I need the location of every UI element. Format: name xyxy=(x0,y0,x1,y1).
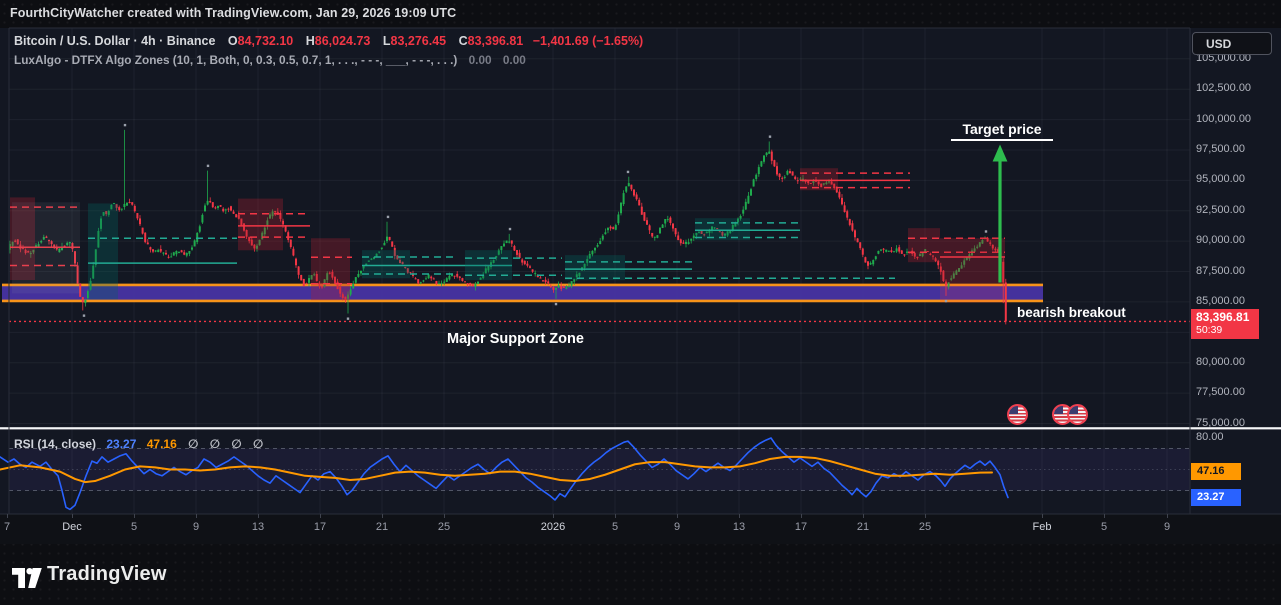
time-axis[interactable]: 7 Dec 5 9 13 17 21 25 2026 5 9 13 17 21 25 Feb 5 9 xyxy=(0,514,1281,544)
price-tick-label: 85,000.00 xyxy=(1196,295,1245,307)
price-tick-label: 75,000.00 xyxy=(1196,417,1245,429)
rsi-empty-values: ∅ ∅ ∅ ∅ xyxy=(188,437,267,451)
time-tick-mark xyxy=(615,514,616,518)
us-flag-event-icon[interactable] xyxy=(1007,404,1028,425)
symbol-title: Bitcoin / U.S. Dollar · 4h · Binance xyxy=(14,34,215,48)
ohlc-low-key: L xyxy=(383,34,391,48)
time-tick-mark xyxy=(553,514,554,518)
ohlc-close-key: C xyxy=(459,34,468,48)
time-tick-label: 21 xyxy=(360,521,404,533)
time-tick-label: 9 xyxy=(655,521,699,533)
currency-toggle-button[interactable]: USD xyxy=(1192,32,1272,55)
price-tick-label: 87,500.00 xyxy=(1196,265,1245,277)
price-tick-label: 102,500.00 xyxy=(1196,82,1251,94)
time-tick-label: Feb xyxy=(1020,521,1064,533)
time-tick-mark xyxy=(382,514,383,518)
tradingview-logo-icon[interactable] xyxy=(12,567,42,589)
support-zone-annotation[interactable]: Major Support Zone xyxy=(447,331,584,347)
tradingview-brand-text[interactable]: TradingView xyxy=(47,563,167,586)
time-tick-label: 5 xyxy=(1082,521,1126,533)
ohlc-low-value: 83,276.45 xyxy=(391,34,447,48)
bearish-breakout-annotation[interactable]: bearish breakout xyxy=(1017,305,1126,320)
time-tick-label: 9 xyxy=(174,521,218,533)
ohlc-high-value: 86,024.73 xyxy=(315,34,371,48)
price-tick-label: 80,000.00 xyxy=(1196,356,1245,368)
time-tick-label: 13 xyxy=(717,521,761,533)
time-tick-mark xyxy=(196,514,197,518)
tradingview-window: FourthCityWatcher created with TradingVi… xyxy=(0,0,1281,605)
time-tick-label: 25 xyxy=(422,521,466,533)
time-tick-mark xyxy=(1167,514,1168,518)
time-tick-mark xyxy=(1104,514,1105,518)
time-tick-label: 5 xyxy=(593,521,637,533)
time-tick-mark xyxy=(1042,514,1043,518)
rsi-ma-value: 47.16 xyxy=(147,437,177,451)
time-tick-mark xyxy=(801,514,802,518)
price-tick-label: 100,000.00 xyxy=(1196,113,1251,125)
rsi-current-tag: 23.27 xyxy=(1191,489,1241,506)
us-flag-event-icon[interactable] xyxy=(1067,404,1088,425)
price-tick-label: 90,000.00 xyxy=(1196,234,1245,246)
time-tick-label: 17 xyxy=(779,521,823,533)
price-tick-label: 77,500.00 xyxy=(1196,386,1245,398)
rsi-tick-label: 80.00 xyxy=(1196,431,1224,443)
time-tick-mark xyxy=(677,514,678,518)
indicator-legend[interactable]: LuxAlgo - DTFX Algo Zones (10, 1, Both, … xyxy=(14,53,526,67)
creator-banner: FourthCityWatcher created with TradingVi… xyxy=(10,6,456,20)
time-tick-label: 13 xyxy=(236,521,280,533)
time-tick-label: 21 xyxy=(841,521,885,533)
indicator-value-2: 0.00 xyxy=(503,53,526,67)
time-tick-mark xyxy=(863,514,864,518)
price-axis[interactable]: 105,000.00102,500.00100,000.0097,500.009… xyxy=(1191,0,1281,605)
price-tick-label: 92,500.00 xyxy=(1196,204,1245,216)
price-tick-label: 97,500.00 xyxy=(1196,143,1245,155)
rsi-title: RSI (14, close) xyxy=(14,437,96,451)
time-tick-label: 17 xyxy=(298,521,342,533)
current-price-value: 83,396.81 xyxy=(1196,311,1259,324)
ohlc-high-key: H xyxy=(306,34,315,48)
time-tick-label: 2026 xyxy=(531,521,575,533)
time-tick-mark xyxy=(7,514,8,518)
target-price-underline xyxy=(951,139,1053,141)
time-tick-label: 7 xyxy=(0,521,29,533)
time-tick-mark xyxy=(258,514,259,518)
target-price-annotation[interactable]: Target price xyxy=(950,121,1054,137)
bar-countdown: 50:39 xyxy=(1196,324,1259,336)
time-tick-label: 25 xyxy=(903,521,947,533)
time-tick-mark xyxy=(925,514,926,518)
time-tick-mark xyxy=(320,514,321,518)
indicator-value-1: 0.00 xyxy=(469,53,492,67)
ohlc-open-value: 84,732.10 xyxy=(238,34,294,48)
rsi-ma-tag: 47.16 xyxy=(1191,463,1241,480)
rsi-legend[interactable]: RSI (14, close) 23.27 47.16 ∅ ∅ ∅ ∅ xyxy=(14,437,267,451)
time-tick-mark xyxy=(739,514,740,518)
time-tick-label: 5 xyxy=(112,521,156,533)
rsi-current-value: 23.27 xyxy=(106,437,136,451)
indicator-title: LuxAlgo - DTFX Algo Zones (10, 1, Both, … xyxy=(14,53,457,67)
symbol-legend[interactable]: Bitcoin / U.S. Dollar · 4h · Binance O84… xyxy=(14,34,643,48)
time-tick-label: Dec xyxy=(50,521,94,533)
ohlc-open-key: O xyxy=(228,34,238,48)
time-tick-mark xyxy=(444,514,445,518)
time-tick-mark xyxy=(72,514,73,518)
price-change: −1,401.69 (−1.65%) xyxy=(533,34,644,48)
price-tick-label: 95,000.00 xyxy=(1196,173,1245,185)
footer-bar xyxy=(0,544,1281,605)
time-tick-mark xyxy=(134,514,135,518)
time-tick-label: 9 xyxy=(1145,521,1189,533)
current-price-tag: 83,396.8150:39 xyxy=(1191,309,1259,339)
ohlc-close-value: 83,396.81 xyxy=(468,34,524,48)
